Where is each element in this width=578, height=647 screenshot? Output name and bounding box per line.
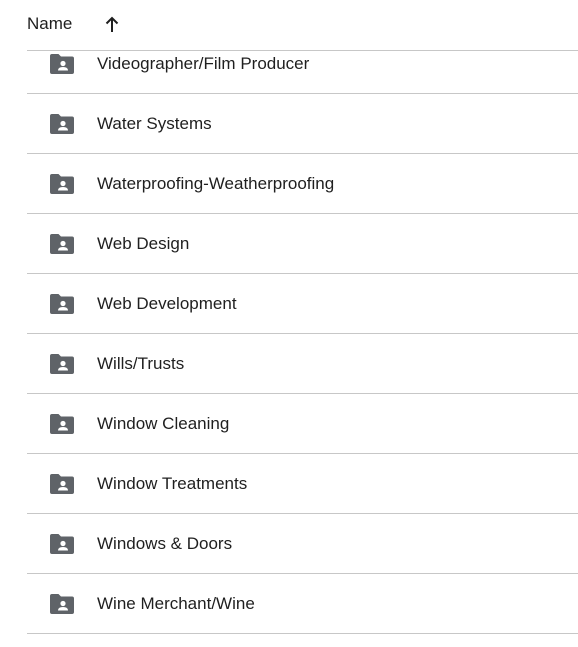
list-item[interactable]: Wine Merchant/Wine — [27, 574, 578, 634]
list-item[interactable]: Waterproofing-Weatherproofing — [27, 154, 578, 214]
list-item[interactable]: Web Development — [27, 274, 578, 334]
shared-folder-icon — [50, 54, 74, 74]
list-item[interactable]: Window Treatments — [27, 454, 578, 514]
folder-name: Window Cleaning — [97, 414, 230, 433]
folder-name: Waterproofing-Weatherproofing — [97, 174, 335, 193]
list-item[interactable]: Window Cleaning — [27, 394, 578, 454]
shared-folder-icon — [50, 534, 74, 554]
shared-folder-icon — [50, 474, 74, 494]
shared-folder-icon — [50, 294, 74, 314]
list-item[interactable]: Wills/Trusts — [27, 334, 578, 394]
list-header: Name — [0, 0, 578, 51]
list-item[interactable]: Web Design — [27, 214, 578, 274]
folder-name: Videographer/Film Producer — [97, 54, 310, 73]
shared-folder-icon — [50, 354, 74, 374]
header-divider — [27, 50, 578, 51]
shared-folder-icon — [50, 594, 74, 614]
shared-folder-icon — [50, 174, 74, 194]
shared-folder-icon — [50, 414, 74, 434]
folder-list: Videographer/Film Producer Water Systems… — [27, 34, 578, 634]
shared-folder-icon — [50, 114, 74, 134]
folder-name: Web Design — [97, 234, 190, 253]
folder-name: Windows & Doors — [97, 534, 233, 553]
folder-name: Water Systems — [97, 114, 212, 133]
folder-name: Web Development — [97, 294, 237, 313]
folder-name: Wills/Trusts — [97, 354, 185, 373]
list-item[interactable]: Water Systems — [27, 94, 578, 154]
file-list-page: Videographer/Film Producer Water Systems… — [0, 0, 578, 647]
folder-name: Window Treatments — [97, 474, 248, 493]
shared-folder-icon — [50, 234, 74, 254]
list-item[interactable]: Windows & Doors — [27, 514, 578, 574]
name-column-header[interactable]: Name — [27, 14, 72, 34]
arrow-up-icon[interactable] — [102, 15, 122, 35]
folder-name: Wine Merchant/Wine — [97, 594, 255, 613]
